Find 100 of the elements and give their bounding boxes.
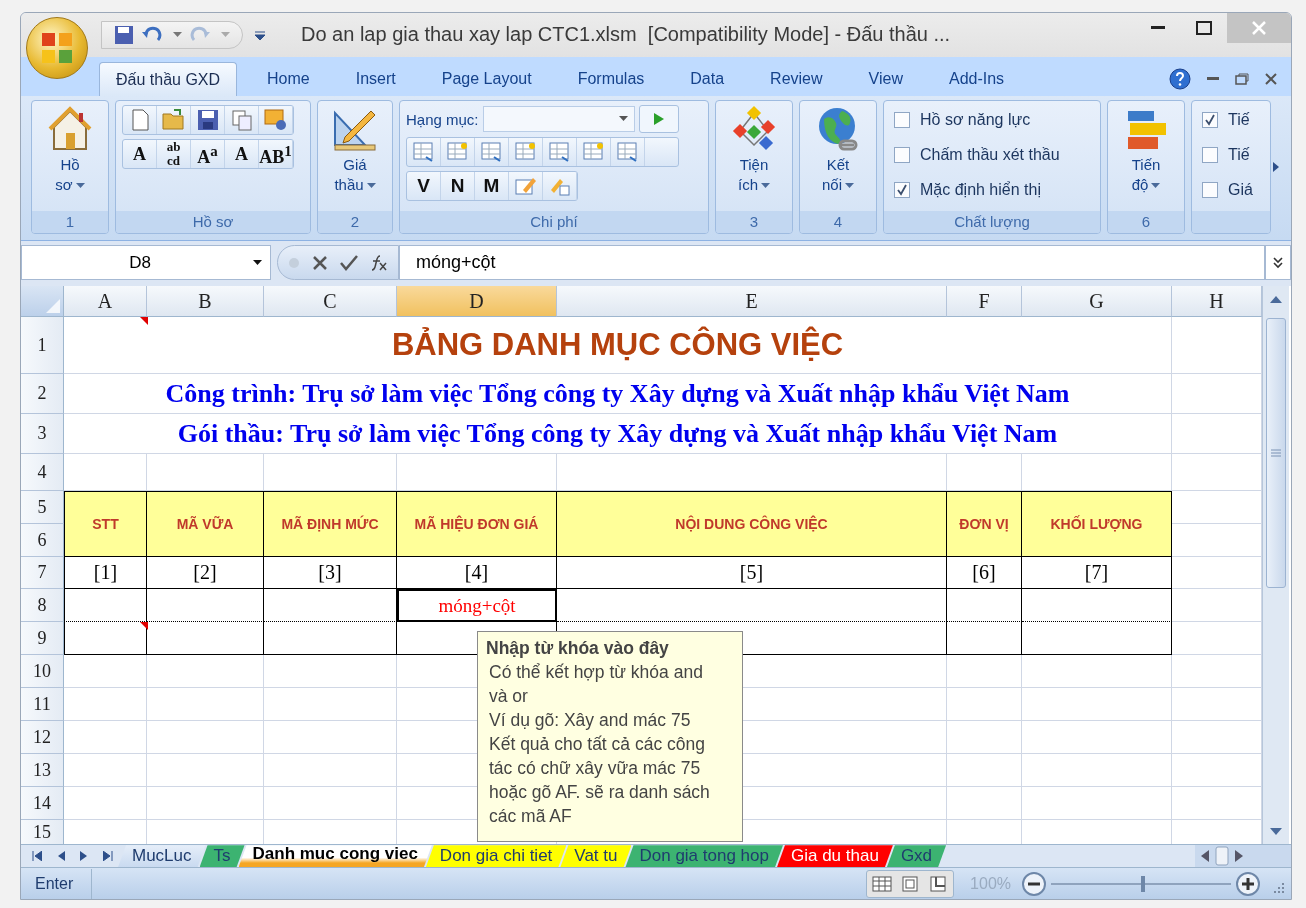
row-header[interactable]: 14	[21, 787, 64, 821]
ribbon-tab[interactable]: Page Layout	[425, 62, 548, 97]
tooltip-text: Ví dụ gõ: Xây and mác 75	[488, 709, 692, 733]
header-cell: MÃ VỮA	[147, 491, 264, 558]
ribbon-tab[interactable]: View	[852, 62, 919, 97]
row-header[interactable]: 2	[21, 374, 64, 415]
header-cell: NỘI DUNG CÔNG VIỆC	[557, 491, 947, 558]
caret-icon	[221, 31, 230, 38]
column-header[interactable]: G	[1022, 286, 1172, 318]
row-header[interactable]: 7	[21, 557, 64, 590]
customize-caret-icon	[255, 29, 265, 40]
font-button[interactable]: A	[123, 140, 157, 169]
sheet-tab[interactable]: Ts	[199, 845, 245, 868]
more-arrow-icon	[1273, 162, 1279, 173]
status-mode: Enter	[21, 868, 93, 899]
expand-button[interactable]	[1265, 245, 1291, 281]
checkbox[interactable]	[894, 147, 910, 164]
ribbon-button[interactable]: Tiến độ	[1122, 105, 1170, 196]
row-header[interactable]: 10	[21, 655, 64, 689]
horizontal-scrollbar[interactable]	[1195, 845, 1291, 868]
function-icon	[370, 254, 388, 271]
ribbon-tab[interactable]: Add-Ins	[932, 62, 1021, 97]
checkbox-label: Tiế	[1228, 146, 1250, 165]
font-button[interactable]: A$^{a}$	[191, 140, 225, 169]
ribbon-button[interactable]: Tiện ích	[730, 105, 778, 196]
row-header[interactable]: 13	[21, 754, 64, 788]
column-header[interactable]: A	[64, 286, 147, 318]
sheet-tab[interactable]: Vat tu	[560, 845, 632, 868]
close-icon	[1252, 21, 1266, 35]
caret-icon	[761, 183, 770, 190]
checkbox[interactable]	[894, 112, 910, 129]
formula-field[interactable]: móng+cột	[399, 245, 1265, 281]
sheet-tab[interactable]: Gia du thau	[776, 845, 893, 868]
row-header[interactable]: 6	[21, 524, 64, 558]
row-header[interactable]: 4	[21, 454, 64, 492]
ribbon-tab[interactable]: Review	[754, 62, 839, 97]
sheet-tab[interactable]: Don gia tong hop	[625, 845, 783, 868]
font-button[interactable]: ab cd	[157, 140, 191, 169]
combo-box[interactable]	[482, 106, 635, 133]
header-cell: STT	[64, 491, 147, 558]
row-header[interactable]: 8	[21, 589, 64, 623]
name-box[interactable]: D8	[21, 245, 271, 281]
sheet-subtitle: Công trình: Trụ sở làm việc Tổng công ty Xây dựng và Xuất nhập khẩu Việt Nam	[64, 374, 1172, 415]
ribbon-tab[interactable]: Đấu thầu GXD	[99, 62, 238, 97]
table-cell: [4]	[397, 557, 557, 590]
group-label: Hồ sơ	[116, 211, 310, 234]
save-icon	[114, 24, 134, 45]
ribbon-button[interactable]: Giá thầu	[331, 105, 379, 196]
column-header[interactable]: E	[557, 286, 947, 318]
header-cell: MÃ HIỆU ĐƠN GIÁ	[397, 491, 557, 558]
ribbon-tab[interactable]: Home	[251, 62, 326, 97]
caret-icon	[366, 183, 376, 190]
row-header[interactable]: 1	[21, 317, 64, 375]
row-header[interactable]: 3	[21, 414, 64, 455]
letter-button[interactable]: M	[475, 172, 509, 201]
column-header[interactable]: H	[1172, 286, 1262, 318]
ribbon-button[interactable]: Kết nối	[814, 105, 862, 196]
circle-icon	[288, 256, 300, 269]
column-header[interactable]: D	[397, 286, 557, 318]
select-all-button[interactable]	[21, 286, 64, 318]
vertical-scrollbar[interactable]	[1262, 286, 1289, 845]
row-header[interactable]: 15	[21, 820, 64, 845]
checkbox[interactable]	[1202, 147, 1218, 164]
font-button[interactable]: AB$^{1}$	[259, 140, 293, 169]
letter-button[interactable]: V	[407, 172, 441, 201]
checkbox[interactable]	[1202, 182, 1218, 199]
tooltip-text: Kết quả cho tất cả các công tác có chữ xây vữa mác 75 hoặc gõ AF. sẽ ra danh sách các mã AF	[488, 733, 711, 829]
table-cell: [6]	[947, 557, 1022, 590]
run-button[interactable]	[638, 105, 679, 134]
row-header[interactable]: 12	[21, 721, 64, 755]
column-header[interactable]: B	[147, 286, 264, 318]
table-arrow-icon	[479, 141, 504, 164]
maximize-icon	[1196, 21, 1212, 35]
sheet-tab[interactable]: Gxd	[886, 845, 947, 868]
edit-icon	[514, 176, 537, 197]
ribbon-button[interactable]: Hồ sơ	[46, 105, 94, 196]
group-label: 4	[800, 211, 876, 234]
sheet-tab[interactable]: Don gia chi tiet	[425, 845, 567, 868]
caret-icon	[845, 183, 854, 190]
column-header[interactable]: F	[947, 286, 1022, 318]
active-cell[interactable]: móng+cột	[397, 589, 557, 623]
ribbon-tab[interactable]: Data	[674, 62, 741, 97]
row-header[interactable]: 11	[21, 688, 64, 722]
sheet-tab[interactable]: MucLuc	[118, 845, 206, 868]
ribbon-tab[interactable]: Insert	[339, 62, 412, 97]
group-label: 3	[716, 211, 792, 234]
column-header[interactable]: C	[264, 286, 397, 318]
row-header[interactable]: 9	[21, 622, 64, 656]
minimize-icon	[1151, 26, 1165, 30]
sheet-tab[interactable]: Danh muc cong viec	[238, 845, 432, 868]
scroll-thumb-icon	[1215, 846, 1229, 867]
checkbox[interactable]	[1202, 112, 1218, 129]
help-icon	[1169, 68, 1191, 91]
ribbon-tab[interactable]: Formulas	[561, 62, 661, 97]
checkbox[interactable]	[894, 182, 910, 199]
row-header[interactable]: 5	[21, 491, 64, 525]
header-cell: MÃ ĐỊNH MỨC	[264, 491, 397, 558]
header-cell: KHỐI LƯỢNG	[1022, 491, 1172, 558]
font-button[interactable]: A	[225, 140, 259, 169]
letter-button[interactable]: N	[441, 172, 475, 201]
